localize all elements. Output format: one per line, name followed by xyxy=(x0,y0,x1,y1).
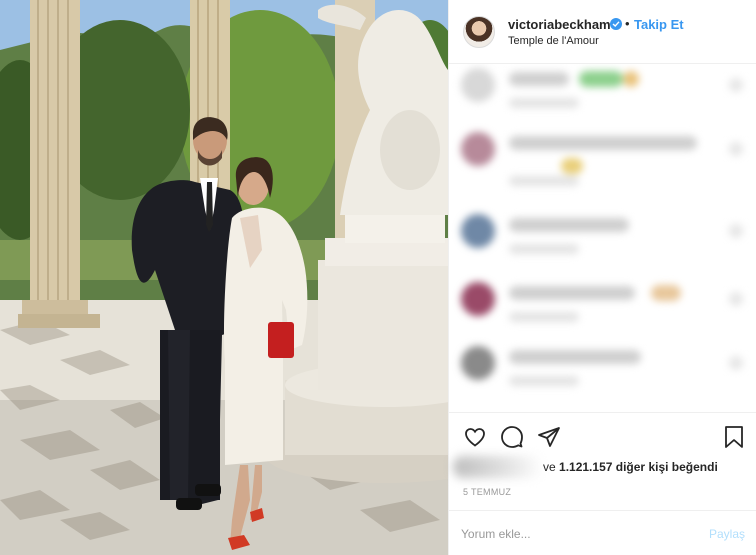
comment-avatar xyxy=(461,132,495,166)
comment-meta-blurred xyxy=(509,176,579,186)
comment-like-icon xyxy=(729,78,743,92)
verified-badge-icon xyxy=(610,18,622,30)
share-comment-button[interactable]: Paylaş xyxy=(709,527,745,541)
list-item xyxy=(461,68,756,128)
comment-emoji-blurred xyxy=(561,158,583,174)
post-photo[interactable] xyxy=(0,0,448,555)
comment-text-blurred xyxy=(509,136,697,150)
list-item xyxy=(461,346,756,406)
comment-text-blurred xyxy=(509,72,569,86)
bookmark-icon[interactable] xyxy=(723,425,745,454)
comment-text-blurred xyxy=(509,350,641,364)
post-header: victoriabeckham • Takip Et Temple de l'A… xyxy=(449,0,756,64)
comment-text-blurred xyxy=(509,286,635,300)
comment-input[interactable] xyxy=(461,523,691,545)
comment-meta-blurred xyxy=(509,98,579,108)
post-side-panel: victoriabeckham • Takip Et Temple de l'A… xyxy=(448,0,756,555)
comment-avatar xyxy=(461,214,495,248)
comment-form: Paylaş xyxy=(449,510,756,555)
paper-plane-icon[interactable] xyxy=(537,425,561,454)
list-item xyxy=(461,282,756,342)
comment-bubble-icon[interactable] xyxy=(500,425,524,454)
comment-avatar xyxy=(461,282,495,316)
comment-like-icon xyxy=(729,292,743,306)
location-link[interactable]: Temple de l'Amour xyxy=(508,35,599,47)
comment-meta-blurred xyxy=(509,376,579,386)
comment-meta-blurred xyxy=(509,244,579,254)
comment-emoji-blurred xyxy=(651,285,681,301)
post-date[interactable]: 5 TEMMUZ xyxy=(463,487,511,497)
comment-emoji-blurred xyxy=(623,71,639,87)
comment-like-icon xyxy=(729,142,743,156)
comment-meta-blurred xyxy=(509,312,579,322)
comments-list[interactable] xyxy=(449,64,756,412)
comment-emoji-blurred xyxy=(579,71,623,87)
separator-dot: • xyxy=(625,16,630,31)
likes-summary[interactable]: ve 1.121.157 diğer kişi beğendi xyxy=(543,460,718,474)
list-item xyxy=(461,132,756,192)
likes-preview-blurred xyxy=(453,456,543,478)
comment-like-icon xyxy=(729,224,743,238)
likes-suffix: diğer kişi beğendi xyxy=(615,460,718,474)
photo-scene xyxy=(0,0,448,555)
comment-avatar xyxy=(461,68,495,102)
avatar[interactable] xyxy=(463,16,495,48)
comment-like-icon xyxy=(729,356,743,370)
comment-text-blurred xyxy=(509,218,629,232)
follow-button[interactable]: Takip Et xyxy=(634,17,684,32)
comment-avatar xyxy=(461,346,495,380)
likes-count[interactable]: 1.121.157 xyxy=(559,460,612,474)
list-item xyxy=(461,214,756,274)
heart-icon[interactable] xyxy=(463,425,487,454)
likes-prefix: ve xyxy=(543,460,556,474)
post-actions: ve 1.121.157 diğer kişi beğendi 5 TEMMUZ… xyxy=(449,412,756,555)
username[interactable]: victoriabeckham xyxy=(508,17,611,32)
